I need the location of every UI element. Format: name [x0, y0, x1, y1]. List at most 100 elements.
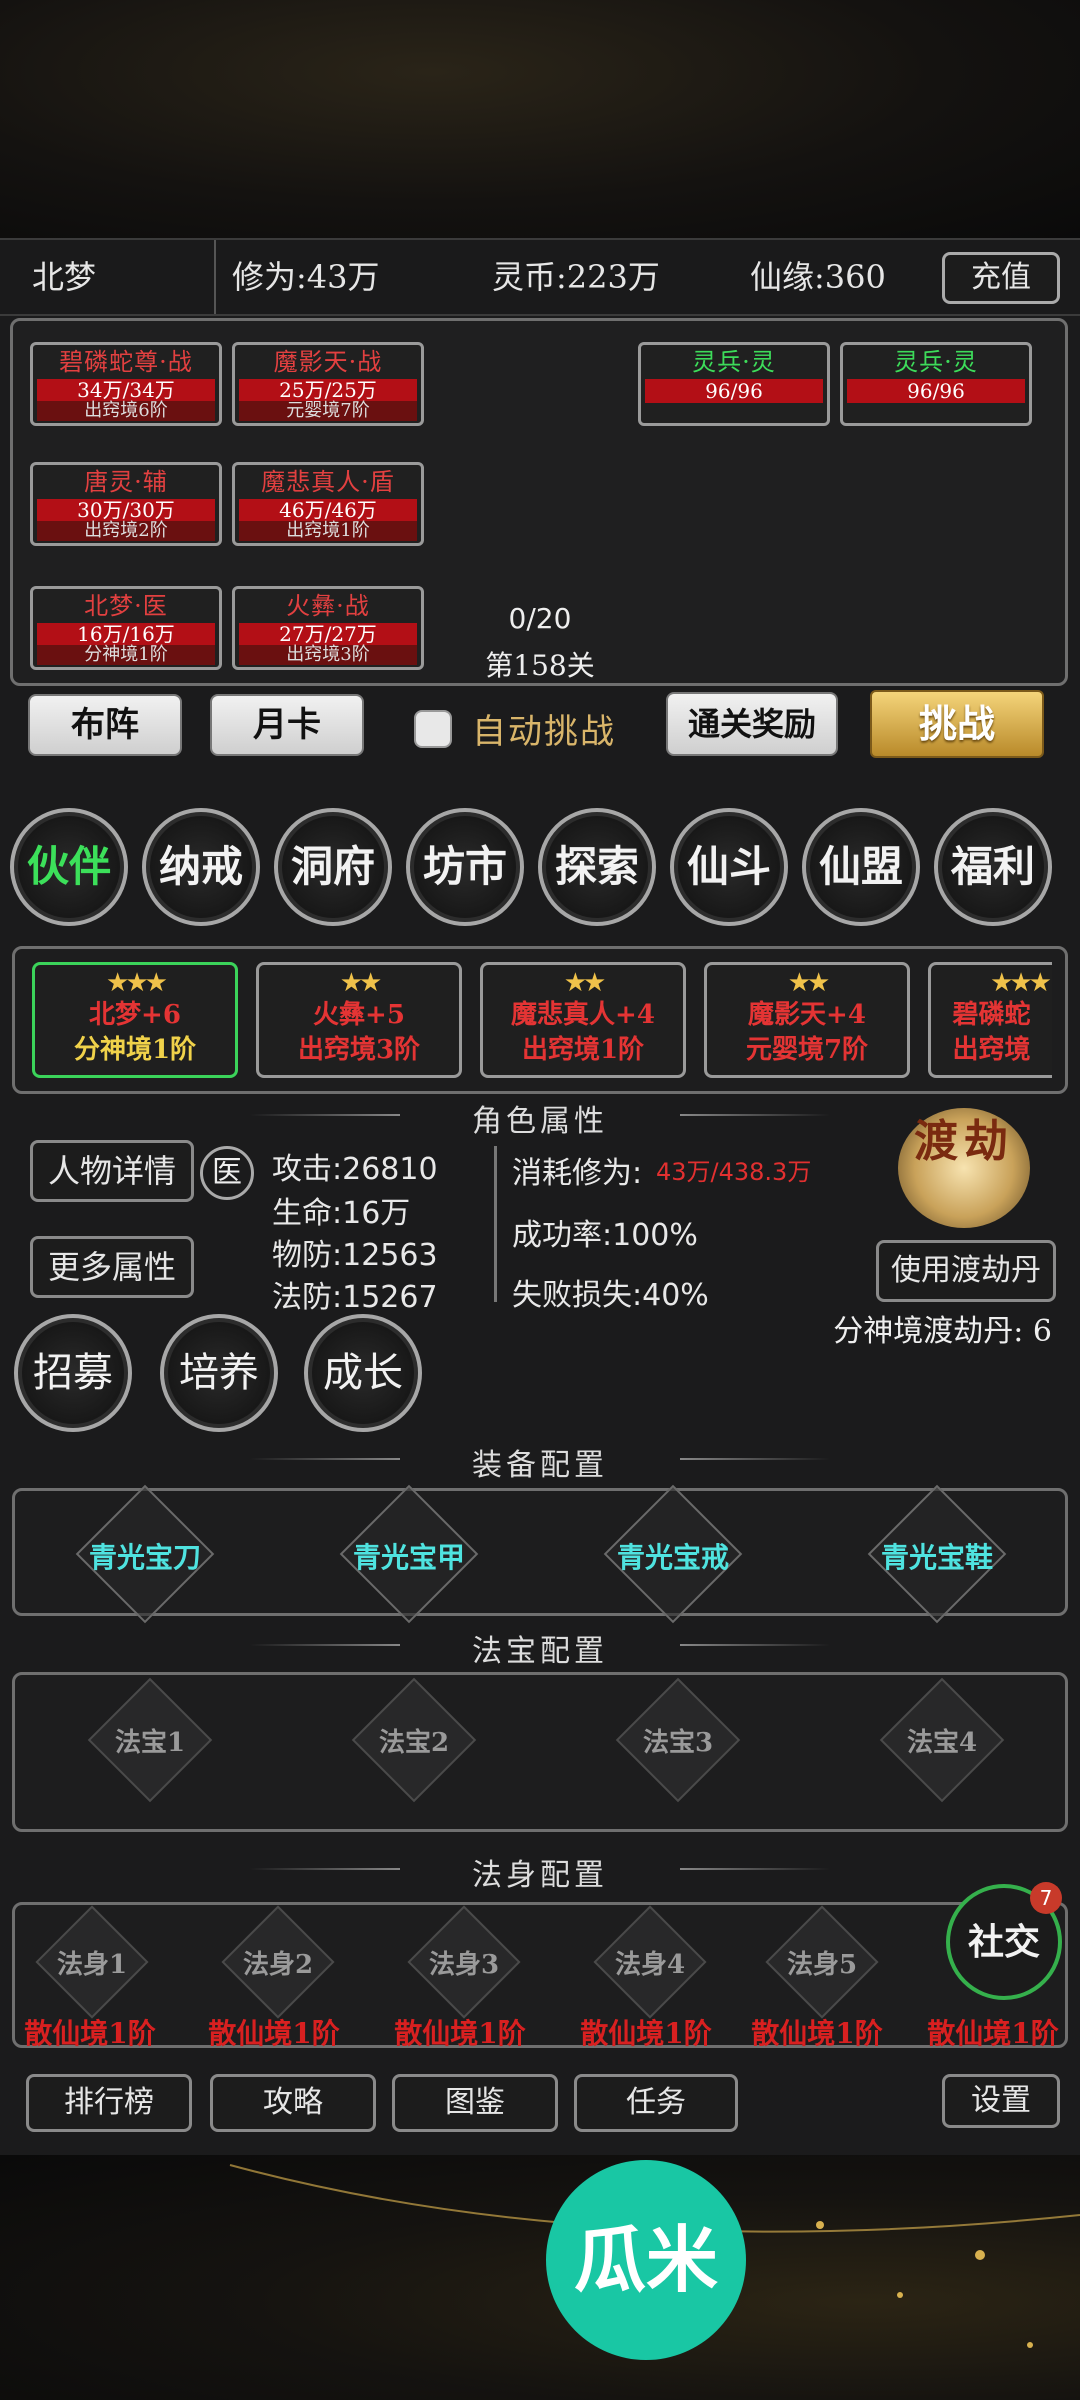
growth-button[interactable]: 成长 [304, 1314, 422, 1432]
star-rating: ★★ [787, 968, 831, 998]
nav-market[interactable]: 坊市 [406, 808, 524, 926]
star-rating: ★★ [563, 968, 607, 998]
body-label: 法身3 [428, 1950, 500, 1980]
body-rank: 散仙境1阶 [24, 2017, 156, 2050]
partner-name: 碧磷蛇 [952, 1000, 1031, 1030]
partner-rank: 出窍境 [952, 1035, 1031, 1065]
section-title: 装备配置 [472, 1448, 608, 1483]
fail-loss: 失败损失:40% [512, 1278, 709, 1313]
partner-rank: 元婴境7阶 [745, 1035, 869, 1065]
section-title: 法身配置 [472, 1858, 608, 1893]
equipment-section-header: 装备配置 [0, 1440, 1080, 1484]
clear-reward-button[interactable]: 通关奖励 [666, 692, 838, 756]
body-section-header: 法身配置 [0, 1850, 1080, 1894]
wave-counter: 0/20 [508, 602, 572, 635]
team-unit[interactable]: 魔影天·战 25万/25万 元婴境7阶 [232, 342, 424, 426]
team-unit[interactable]: 唐灵·辅 30万/30万 出窍境2阶 [30, 462, 222, 546]
nav-cave[interactable]: 洞府 [274, 808, 392, 926]
attack-stat: 攻击:26810 [272, 1152, 438, 1187]
recruit-button[interactable]: 招募 [14, 1314, 132, 1432]
team-unit[interactable]: 碧磷蛇尊·战 34万/34万 出窍境6阶 [30, 342, 222, 426]
unit-hp: 30万/30万 [37, 499, 215, 521]
treasure-section-header: 法宝配置 [0, 1626, 1080, 1670]
auto-challenge-checkbox[interactable] [414, 710, 452, 748]
tasks-button[interactable]: 任务 [574, 2074, 738, 2132]
partner-card[interactable]: ★★ 魔影天+4 元婴境7阶 [704, 962, 910, 1078]
nav-explore[interactable]: 探索 [538, 808, 656, 926]
unit-hp: 16万/16万 [37, 623, 215, 645]
partner-card[interactable]: ★★★ 碧磷蛇 出窍境 [928, 962, 1052, 1078]
guide-button[interactable]: 攻略 [210, 2074, 376, 2132]
auto-challenge-label[interactable]: 自动挑战 [472, 704, 616, 753]
unit-name: 碧磷蛇尊·战 [59, 348, 193, 376]
nav-ring[interactable]: 纳戒 [142, 808, 260, 926]
unit-hp: 27万/27万 [239, 623, 417, 645]
cultivation-value: 修为:43万 [232, 258, 380, 296]
enemy-hp: 96/96 [847, 379, 1025, 403]
star-rating: ★★★ [106, 968, 168, 998]
body-label: 法身1 [56, 1950, 128, 1980]
class-badge: 医 [200, 1146, 254, 1200]
unit-hp: 46万/46万 [239, 499, 417, 521]
partner-name: 魔影天+4 [748, 1000, 866, 1030]
ranking-button[interactable]: 排行榜 [26, 2074, 192, 2132]
bottom-background [0, 2155, 1080, 2400]
stage-label: 第158关 [485, 649, 595, 682]
character-details-button[interactable]: 人物详情 [30, 1140, 194, 1202]
cost-value: 43万/438.3万 [656, 1158, 812, 1186]
magic-def-stat: 法防:15267 [272, 1280, 438, 1315]
unit-rank: 出窍境1阶 [239, 521, 417, 541]
partner-rank: 出窍境1阶 [521, 1035, 645, 1065]
nav-arena[interactable]: 仙斗 [670, 808, 788, 926]
treasure-label: 法宝1 [114, 1728, 186, 1758]
partner-card[interactable]: ★★★ 北梦+6 分神境1阶 [32, 962, 238, 1078]
nav-alliance[interactable]: 仙盟 [802, 808, 920, 926]
star-rating: ★★★ [990, 968, 1052, 998]
partner-name: 火彝+5 [313, 1000, 405, 1030]
partner-name: 北梦+6 [89, 1000, 181, 1030]
team-unit[interactable]: 魔悲真人·盾 46万/46万 出窍境1阶 [232, 462, 424, 546]
fate-value: 仙缘:360 [750, 258, 886, 296]
treasure-label: 法宝4 [906, 1728, 978, 1758]
month-card-button[interactable]: 月卡 [210, 694, 364, 756]
settings-button[interactable]: 设置 [942, 2074, 1060, 2128]
unit-hp: 34万/34万 [37, 379, 215, 401]
use-tribulation-pill-button[interactable]: 使用渡劫丹 [876, 1240, 1056, 1302]
unit-name: 魔影天·战 [273, 348, 383, 376]
nav-partner[interactable]: 伙伴 [10, 808, 128, 926]
treasure-label: 法宝3 [642, 1728, 714, 1758]
top-background [0, 0, 1080, 240]
unit-rank: 元婴境7阶 [239, 401, 417, 421]
train-button[interactable]: 培养 [160, 1314, 278, 1432]
body-label: 法身2 [242, 1950, 314, 1980]
unit-rank: 出窍境2阶 [37, 521, 215, 541]
recharge-button[interactable]: 充值 [942, 252, 1060, 304]
atlas-button[interactable]: 图鉴 [392, 2074, 558, 2132]
enemy-unit[interactable]: 灵兵·灵 96/96 [840, 342, 1032, 426]
unit-name: 北梦·医 [84, 592, 168, 620]
partner-card[interactable]: ★★ 魔悲真人+4 出窍境1阶 [480, 962, 686, 1078]
player-name: 北梦 [32, 258, 97, 296]
spirit-coin-value: 灵币:223万 [492, 258, 660, 296]
challenge-button[interactable]: 挑战 [870, 690, 1044, 758]
phys-def-stat: 物防:12563 [272, 1238, 438, 1273]
team-unit[interactable]: 北梦·医 16万/16万 分神境1阶 [30, 586, 222, 670]
equipment-name: 青光宝鞋 [880, 1541, 993, 1574]
more-attributes-button[interactable]: 更多属性 [30, 1236, 194, 1298]
partner-card[interactable]: ★★ 火彝+5 出窍境3阶 [256, 962, 462, 1078]
partner-name: 魔悲真人+4 [511, 1000, 655, 1030]
enemy-name: 灵兵·灵 [894, 348, 978, 376]
life-stat: 生命:16万 [272, 1196, 411, 1231]
enemy-unit[interactable]: 灵兵·灵 96/96 [638, 342, 830, 426]
attribute-divider [494, 1146, 497, 1302]
formation-button[interactable]: 布阵 [28, 694, 182, 756]
tribulation-icon[interactable]: 渡劫 [898, 1108, 1030, 1228]
team-unit[interactable]: 火彝·战 27万/27万 出窍境3阶 [232, 586, 424, 670]
equipment-name: 青光宝戒 [616, 1541, 729, 1574]
cost-label: 消耗修为: [512, 1156, 643, 1191]
section-title: 法宝配置 [472, 1634, 608, 1669]
unit-hp: 25万/25万 [239, 379, 417, 401]
nav-welfare[interactable]: 福利 [934, 808, 1052, 926]
equipment-name: 青光宝刀 [88, 1541, 201, 1574]
star-rating: ★★ [339, 968, 383, 998]
